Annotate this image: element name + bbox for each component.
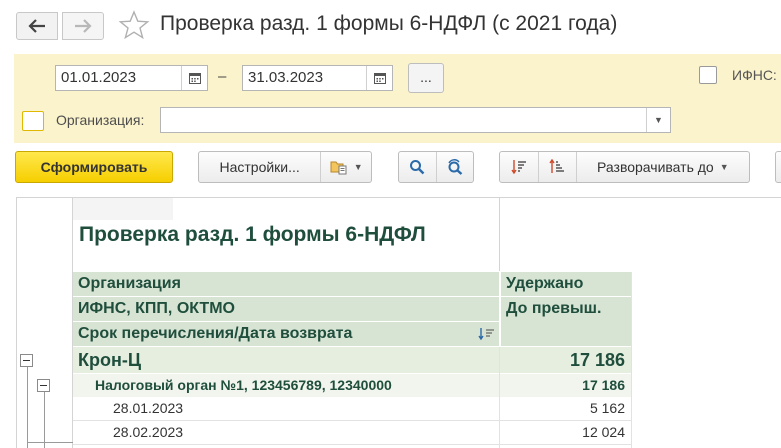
ifns-label: ИФНС: xyxy=(732,67,777,83)
sort-indicator-icon[interactable] xyxy=(478,327,496,341)
folder-settings-icon xyxy=(330,161,347,175)
search-refresh-icon xyxy=(448,159,463,175)
arrow-left-icon xyxy=(28,19,45,33)
date-from-value: 01.01.2023 xyxy=(61,69,137,86)
calendar-from-button[interactable] xyxy=(181,66,207,90)
chevron-down-icon: ▼ xyxy=(654,115,663,125)
search-icon xyxy=(410,160,425,175)
organization-checkbox[interactable] xyxy=(22,111,44,131)
period-select-button[interactable]: ... xyxy=(408,63,444,93)
expand-to-label: Разворачивать до xyxy=(597,159,714,175)
sort-ascending-button[interactable] xyxy=(500,152,538,182)
row-tax-office-value: 17 186 xyxy=(499,374,631,397)
date-to-input[interactable]: 31.03.2023 xyxy=(242,65,393,91)
organization-label: Организация: xyxy=(56,112,145,128)
report-corner xyxy=(73,198,173,220)
expand-group: Разворачивать до ▼ xyxy=(499,151,750,183)
tree-line xyxy=(27,442,73,443)
row-tax-office-label: Налоговый орган №1, 123456789, 12340000 xyxy=(73,374,499,397)
header-ifns: ИФНС, КПП, ОКТМО xyxy=(73,297,499,322)
favorite-star-icon[interactable] xyxy=(118,10,150,40)
calendar-icon xyxy=(188,73,201,84)
calendar-icon xyxy=(373,73,386,84)
header-deadline-label: Срок перечисления/Дата возврата xyxy=(78,325,353,342)
collapse-tax-office-button[interactable] xyxy=(37,379,50,392)
page-title: Проверка разд. 1 формы 6-НДФЛ (с 2021 го… xyxy=(160,12,618,35)
more-button[interactable] xyxy=(775,151,781,183)
row-separator xyxy=(73,444,631,445)
date-from-input[interactable]: 01.01.2023 xyxy=(55,65,208,91)
row-date-value: 5 162 xyxy=(589,400,625,416)
column-divider xyxy=(499,197,500,271)
sort-ascending-icon xyxy=(511,160,526,175)
organization-dropdown-button[interactable]: ▼ xyxy=(646,108,670,132)
ifns-checkbox[interactable] xyxy=(699,66,717,84)
generate-button[interactable]: Сформировать xyxy=(15,151,173,183)
search-group xyxy=(398,151,474,183)
forward-button[interactable] xyxy=(62,12,104,40)
row-date-label: 28.02.2023 xyxy=(113,424,184,440)
column-divider xyxy=(631,272,632,448)
row-date-label: 28.01.2023 xyxy=(113,400,184,416)
report-title: Проверка разд. 1 формы 6-НДФЛ xyxy=(79,223,426,246)
header-before-excess: До превыш. xyxy=(500,297,631,347)
chevron-down-icon: ▼ xyxy=(353,162,363,172)
row-organization-label: Крон-Ц xyxy=(73,347,499,373)
arrow-right-icon xyxy=(75,19,92,33)
search-next-button[interactable] xyxy=(435,152,474,182)
sort-descending-icon xyxy=(549,159,565,173)
row-date-value: 12 024 xyxy=(582,424,625,440)
header-deadline: Срок перечисления/Дата возврата xyxy=(73,322,499,347)
tree-line xyxy=(27,367,28,448)
header-organization: Организация xyxy=(73,272,499,297)
report-variant-button[interactable]: ▼ xyxy=(320,152,371,182)
calendar-to-button[interactable] xyxy=(366,66,392,90)
expand-to-button[interactable]: Разворачивать до ▼ xyxy=(575,152,749,182)
header-withheld: Удержано xyxy=(500,272,631,297)
search-button[interactable] xyxy=(399,152,436,182)
row-organization-value: 17 186 xyxy=(499,347,631,373)
column-divider xyxy=(499,347,500,448)
collapse-organization-button[interactable] xyxy=(20,354,33,367)
settings-group: Настройки... ▼ xyxy=(198,151,372,183)
back-button[interactable] xyxy=(16,12,58,40)
tree-line xyxy=(44,392,45,448)
date-to-value: 31.03.2023 xyxy=(248,69,324,86)
settings-button[interactable]: Настройки... xyxy=(199,152,320,182)
sort-descending-button[interactable] xyxy=(537,152,576,182)
organization-input[interactable]: ▼ xyxy=(160,107,671,133)
date-separator: – xyxy=(218,68,227,85)
chevron-down-icon: ▼ xyxy=(719,162,729,172)
